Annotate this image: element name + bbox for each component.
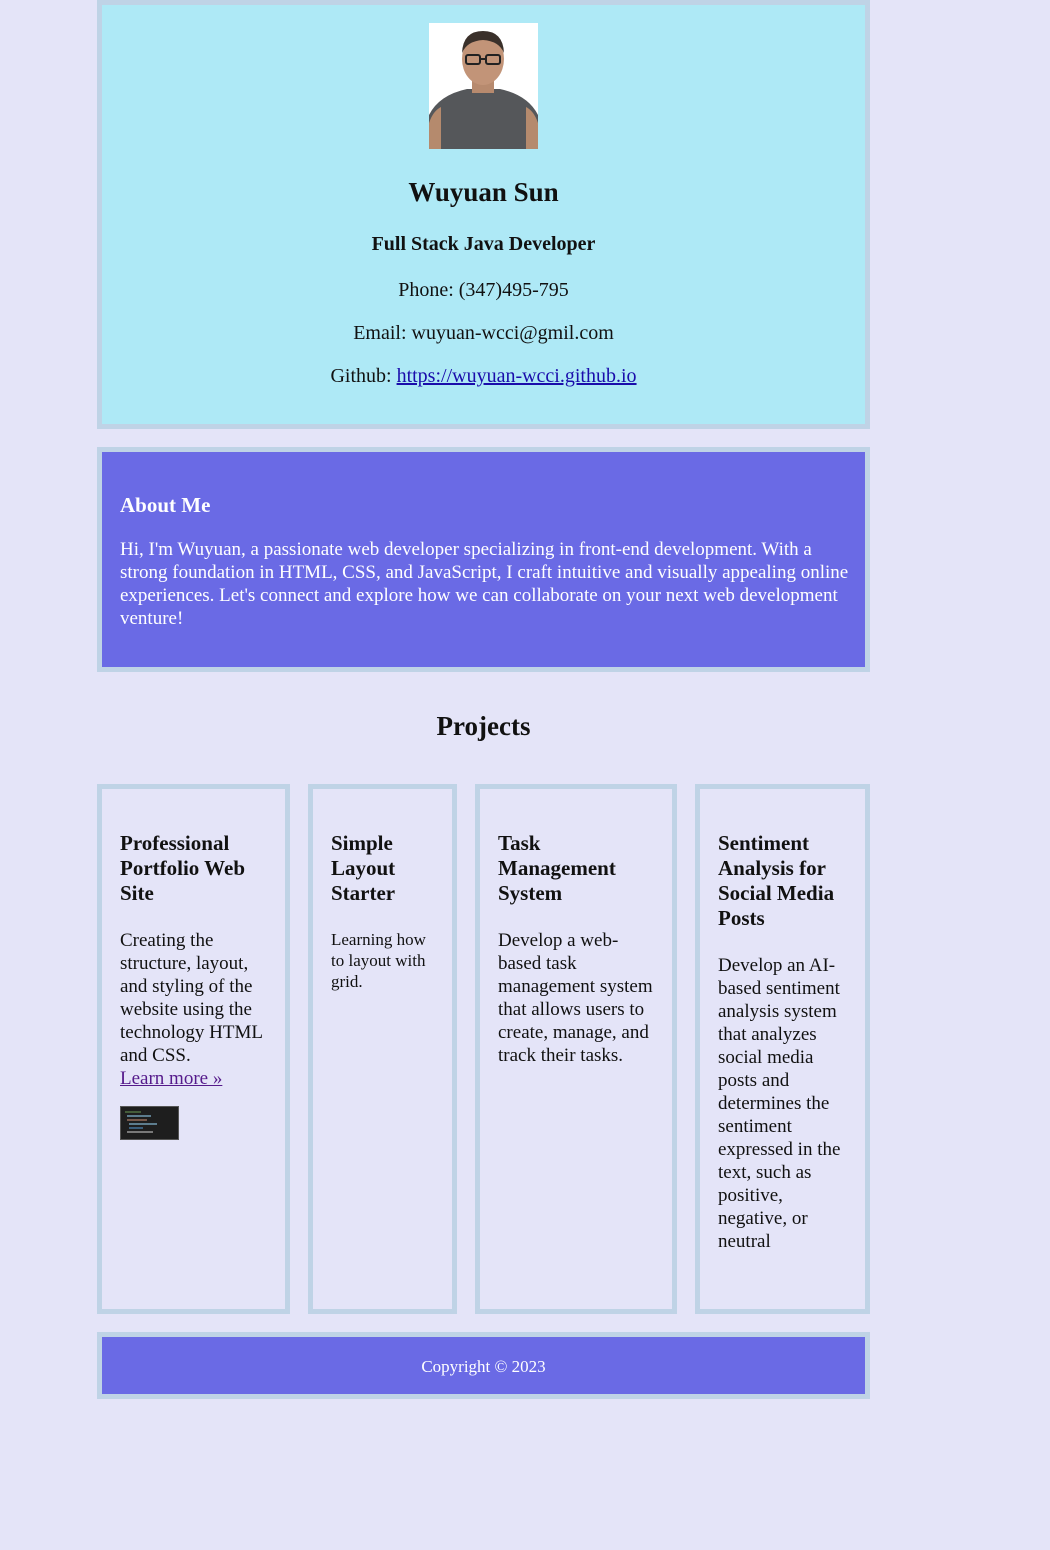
profile-email: Email: wuyuan-wcci@gmil.com [353, 322, 614, 344]
project-screenshot-thumbnail[interactable] [120, 1106, 179, 1140]
learn-more-link[interactable]: Learn more » [120, 1068, 222, 1089]
profile-title: Full Stack Java Developer [371, 233, 596, 255]
code-screenshot-icon [121, 1107, 178, 1139]
project-card: Sentiment Analysis for Social Media Post… [695, 784, 870, 1314]
project-card: Task Management System Develop a web-bas… [475, 784, 677, 1314]
project-description: Learning how to layout with grid. [331, 930, 426, 991]
profile-photo-image [429, 23, 538, 149]
project-description: Creating the structure, layout, and styl… [120, 929, 273, 1090]
about-section: About Me Hi, I'm Wuyuan, a passionate we… [97, 447, 870, 672]
profile-name: Wuyuan Sun [408, 177, 559, 207]
project-card: Professional Portfolio Web Site Creating… [97, 784, 290, 1314]
copyright-text: Copyright © 2023 [421, 1357, 546, 1376]
profile-phone: Phone: (347)495-795 [398, 279, 569, 301]
profile-github: Github: https://wuyuan-wcci.github.io [102, 365, 865, 388]
project-description: Develop an AI-based sentiment analysis s… [718, 955, 841, 1252]
about-text: Hi, I'm Wuyuan, a passionate web develop… [120, 539, 849, 629]
project-title: Task Management System [498, 831, 616, 905]
project-description: Develop a web-based task management syst… [498, 930, 653, 1066]
page-container: Wuyuan Sun Full Stack Java Developer Pho… [97, 0, 870, 1399]
project-title: Simple Layout Starter [331, 831, 396, 905]
github-link[interactable]: https://wuyuan-wcci.github.io [397, 365, 637, 387]
page-footer: Copyright © 2023 [97, 1332, 870, 1399]
profile-photo [429, 23, 538, 149]
about-heading: About Me [120, 493, 211, 517]
github-label: Github: [330, 365, 397, 387]
project-card: Simple Layout Starter Learning how to la… [308, 784, 457, 1314]
project-description-text: Creating the structure, layout, and styl… [120, 930, 263, 1066]
profile-header: Wuyuan Sun Full Stack Java Developer Pho… [97, 0, 870, 429]
project-title: Sentiment Analysis for Social Media Post… [718, 831, 835, 930]
projects-heading: Projects [436, 711, 531, 741]
project-title: Professional Portfolio Web Site [120, 831, 246, 905]
